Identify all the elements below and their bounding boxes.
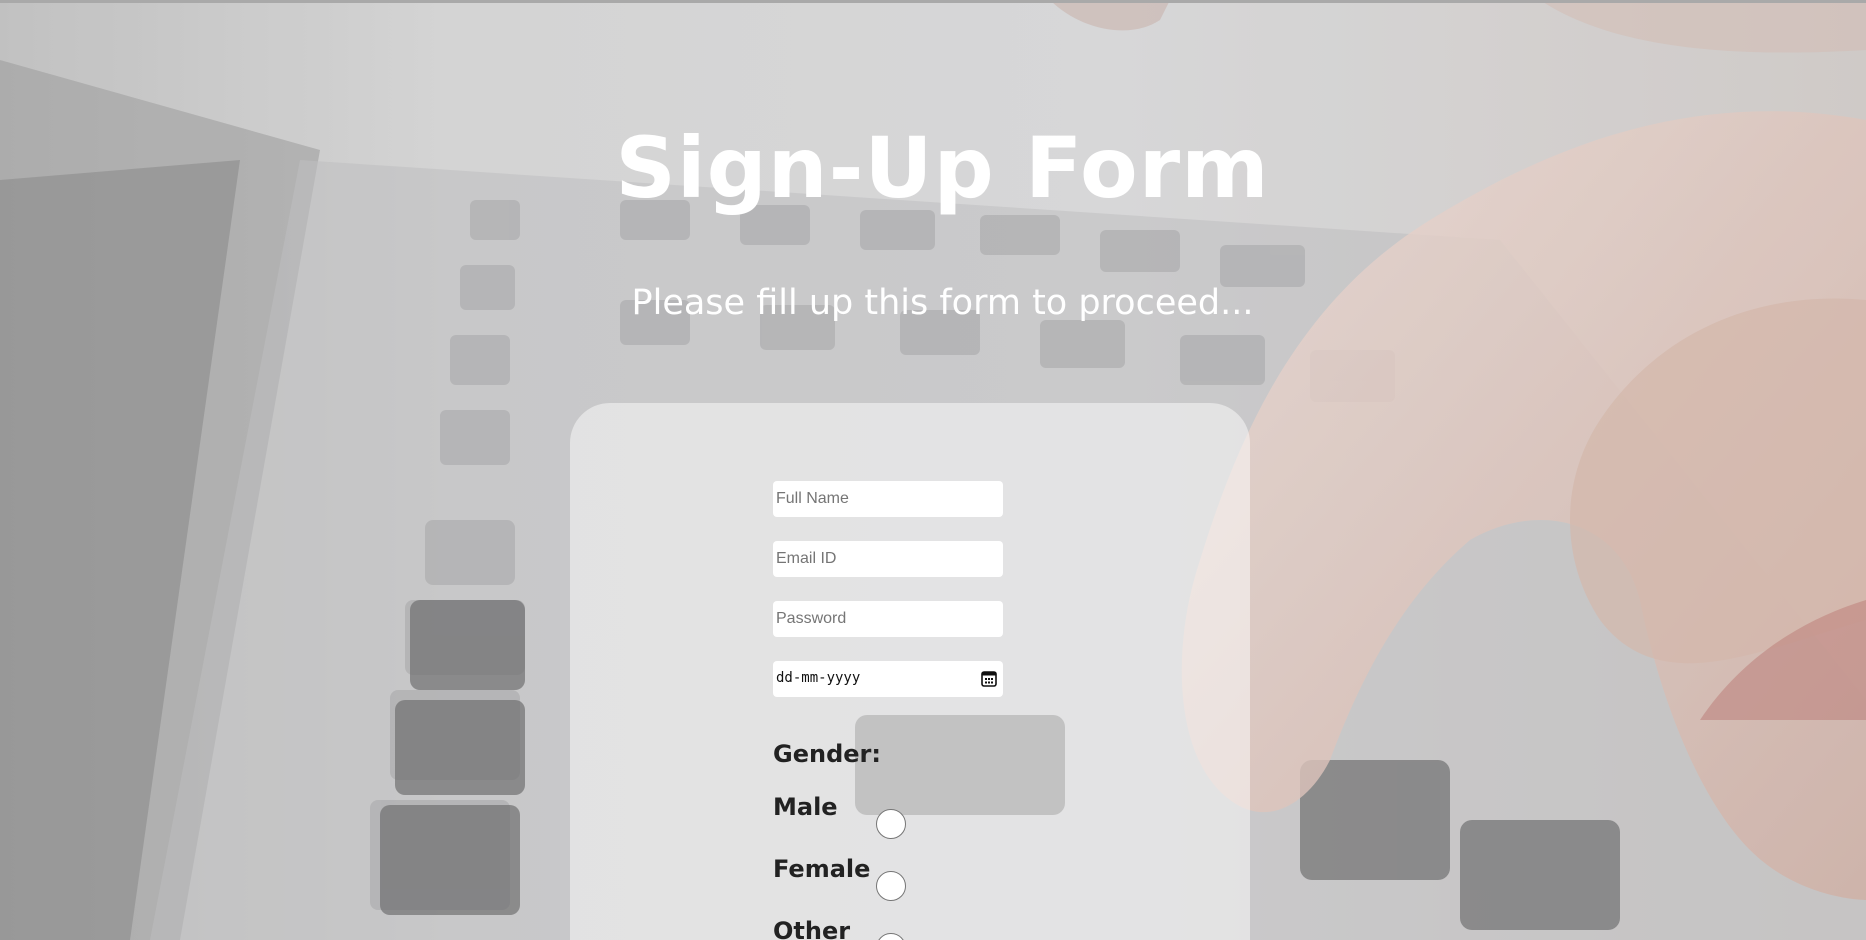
password-input[interactable]: [773, 601, 1003, 637]
full-name-input[interactable]: [773, 481, 1003, 517]
gender-option-male-label: Male: [773, 793, 838, 821]
date-placeholder: dd-mm-yyyy: [776, 670, 861, 686]
gender-radio-female[interactable]: [876, 871, 906, 901]
gender-option-other-label: Other: [773, 917, 851, 940]
top-border: [0, 0, 1866, 3]
calendar-icon[interactable]: [981, 670, 997, 687]
gender-option-female-label: Female: [773, 855, 871, 883]
gender-label: Gender:: [773, 740, 881, 768]
gender-radio-male[interactable]: [876, 809, 906, 839]
date-of-birth-input[interactable]: dd-mm-yyyy: [773, 661, 1003, 697]
email-input[interactable]: [773, 541, 1003, 577]
page-subtitle: Please fill up this form to proceed...: [631, 283, 1254, 323]
page-title: Sign-Up Form: [615, 119, 1270, 217]
